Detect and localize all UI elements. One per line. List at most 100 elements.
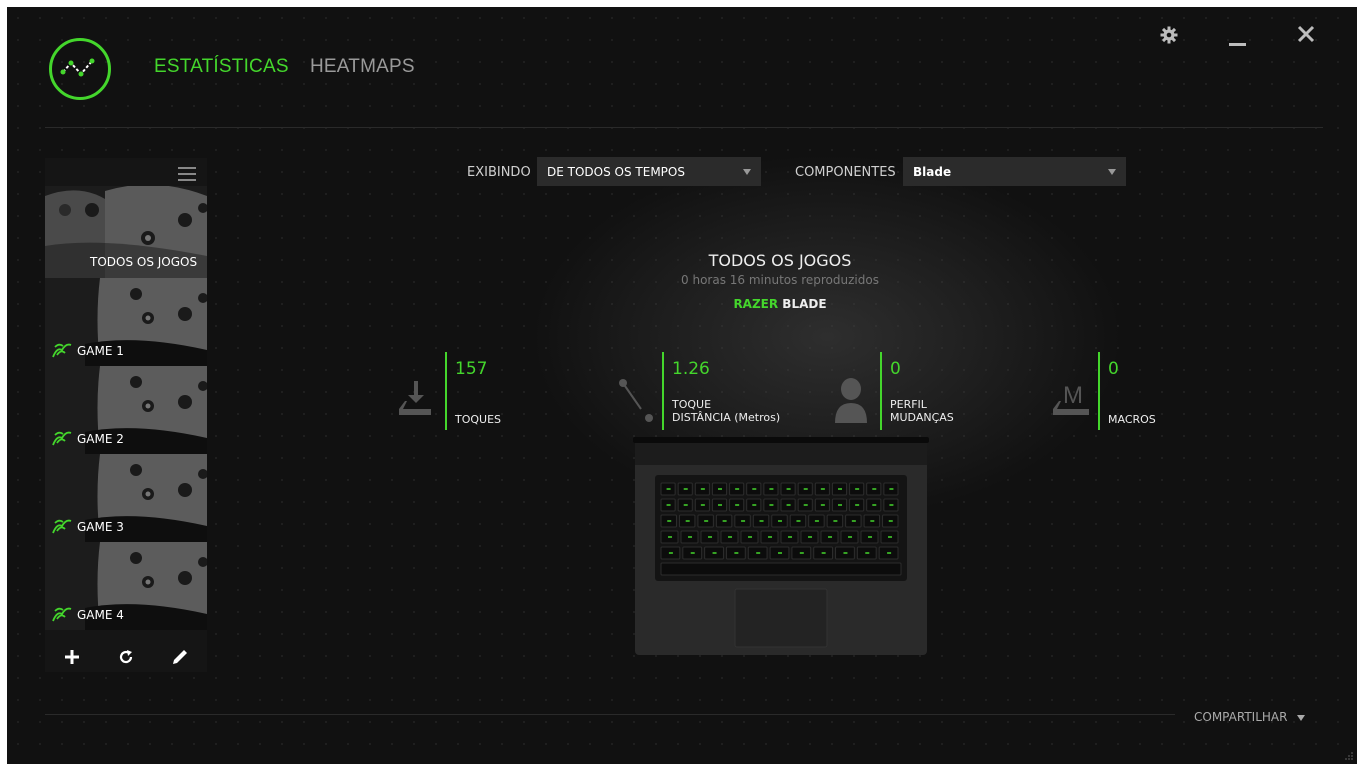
key-glow (685, 520, 690, 522)
key-glow (814, 520, 819, 522)
components-label: COMPONENTES (795, 165, 896, 180)
key-glow (756, 552, 761, 554)
razer-snake-icon (52, 343, 72, 358)
key-glow (851, 520, 856, 522)
add-icon[interactable] (57, 643, 87, 671)
game-card-game-1[interactable]: GAME 1 (45, 278, 207, 366)
stat-label-perfil: PERFIL (890, 398, 927, 411)
key-glow (786, 504, 791, 506)
key-glow (668, 552, 673, 554)
stat-value-macros: 0 (1108, 359, 1119, 379)
minimize-icon[interactable] (1229, 35, 1246, 46)
key-glow (735, 504, 740, 506)
key-glow (888, 536, 892, 538)
key-glow (796, 520, 801, 522)
game-card-todos-os-jogos[interactable]: TODOS OS JOGOS (45, 186, 207, 278)
stat-value-toques: 157 (455, 359, 488, 379)
stat-label-toques: TOQUES (455, 413, 502, 426)
edit-icon[interactable] (165, 643, 195, 671)
gear-icon[interactable] (1159, 25, 1179, 50)
key-glow (722, 520, 727, 522)
razer-blade-laptop-image (633, 437, 929, 655)
key-glow (889, 488, 894, 490)
key-glow (820, 488, 825, 490)
key-glow (855, 488, 860, 490)
key-glow (778, 552, 782, 554)
key-glow (683, 504, 688, 506)
resize-grip-icon[interactable] (1344, 751, 1354, 761)
key-glow (838, 504, 842, 506)
share-button[interactable]: COMPARTILHAR (1194, 710, 1306, 724)
key-glow (688, 536, 692, 538)
stat-divider (662, 352, 664, 430)
time-range-select[interactable]: DE TODOS OS TEMPOS (537, 157, 761, 186)
key-glow (872, 488, 877, 490)
footer-divider (45, 714, 1175, 715)
key-glow (700, 488, 705, 490)
stat-divider (1098, 352, 1100, 430)
stat-value-perfil: 0 (890, 359, 901, 379)
key-glow (748, 536, 752, 538)
key-glow (666, 488, 671, 490)
key-glow (870, 520, 875, 522)
macro-icon: M (1053, 382, 1089, 415)
stat-label-distancia: DISTÂNCIA (Metros) (672, 411, 781, 424)
profile-icon (835, 378, 867, 423)
hamburger-menu-icon[interactable] (175, 162, 199, 186)
tab-estatisticas[interactable]: ESTATÍSTICAS (154, 56, 289, 78)
games-sidebar: TODOS OS JOGOS GAME 1 GAME 2 GAME 3 GAME… (45, 158, 207, 672)
stats-logo-icon (49, 38, 111, 100)
game-card-game-2[interactable]: GAME 2 (45, 366, 207, 454)
brand-label: RAZER (733, 297, 779, 311)
key-glow (667, 520, 672, 522)
key-glow (768, 536, 772, 538)
header-divider (45, 127, 1323, 128)
stat-divider (880, 352, 882, 430)
summary-playtime: 0 horas 16 minutos reproduzidos (681, 273, 879, 287)
game-card-game-4[interactable]: GAME 4 (45, 542, 207, 630)
key-glow (752, 504, 757, 506)
key-glow (888, 520, 893, 522)
key-glow (803, 504, 808, 506)
close-icon[interactable] (1297, 25, 1315, 48)
key-glow (843, 552, 848, 554)
synapse-stats-window: ESTATÍSTICAS HEATMAPS TODOS OS JOGOS GAM… (7, 7, 1357, 764)
key-glow (700, 504, 705, 506)
key-glow (820, 504, 825, 506)
key-glow (712, 552, 717, 554)
razer-snake-icon (52, 519, 72, 534)
chevron-down-icon (743, 169, 751, 175)
stat-divider (445, 352, 447, 430)
razer-snake-icon (52, 431, 72, 446)
refresh-icon[interactable] (111, 643, 141, 671)
keypress-icon (399, 381, 431, 415)
key-glow (666, 504, 671, 506)
key-glow (848, 536, 852, 538)
game-card-label: TODOS OS JOGOS (90, 255, 198, 269)
key-glow (718, 488, 722, 490)
key-glow (741, 520, 746, 522)
key-glow (828, 536, 832, 538)
distance-icon (619, 379, 653, 422)
key-glow (838, 488, 842, 490)
game-card-game-3[interactable]: GAME 3 (45, 454, 207, 542)
stat-label-mudancas: MUDANÇAS (890, 411, 954, 424)
components-select[interactable]: Blade (903, 157, 1126, 186)
showing-label: EXIBINDO (467, 165, 531, 180)
summary-device: RAZER BLADE (580, 297, 980, 311)
key-glow (865, 552, 870, 554)
chevron-down-icon (1108, 169, 1116, 175)
key-glow (808, 536, 812, 538)
keyboard-bottom-row (660, 562, 902, 576)
key-glow (872, 504, 877, 506)
key-glow (887, 552, 892, 554)
key-glow (718, 504, 722, 506)
key-glow (868, 536, 872, 538)
game-card-label: GAME 4 (77, 608, 124, 622)
game-card-label: GAME 2 (77, 432, 124, 446)
stat-label-toque: TOQUE (672, 398, 712, 411)
key-glow (769, 488, 774, 490)
tab-heatmaps[interactable]: HEATMAPS (310, 56, 415, 78)
components-value: Blade (913, 165, 952, 179)
game-card-label: GAME 1 (77, 344, 124, 358)
